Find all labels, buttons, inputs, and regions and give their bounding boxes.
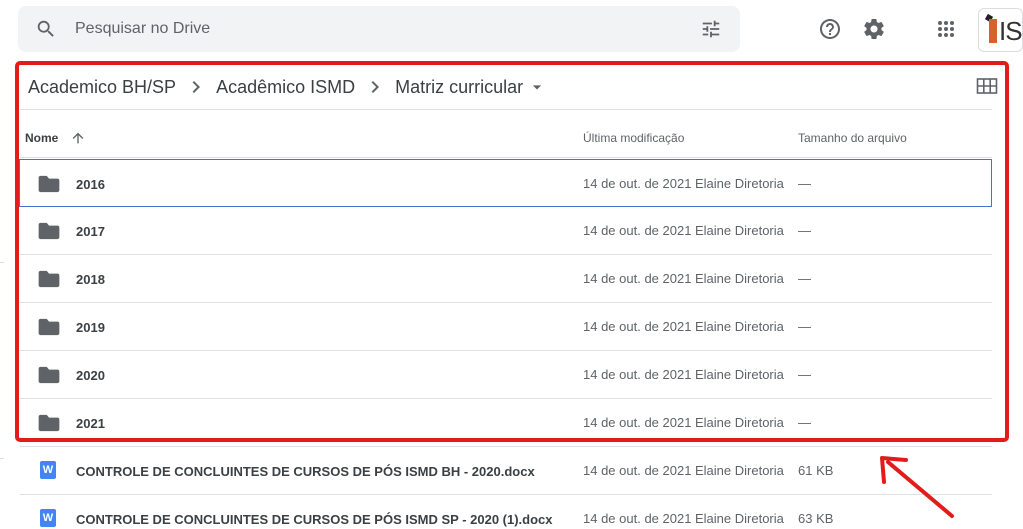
- breadcrumb: Academico BH/SP Acadêmico ISMD Matriz cu…: [28, 75, 547, 99]
- file-owner: Elaine Diretoria: [695, 463, 784, 478]
- file-row[interactable]: W CONTROLE DE CONCLUINTES DE CURSOS DE PÓ…: [20, 447, 992, 495]
- file-name[interactable]: 2017: [76, 224, 105, 239]
- breadcrumb-current[interactable]: Matriz curricular: [395, 77, 523, 98]
- tune-icon[interactable]: [700, 18, 722, 40]
- divider: [20, 157, 992, 158]
- file-row[interactable]: 2018 14 de out. de 2021 Elaine Diretoria —: [20, 255, 992, 303]
- file-row[interactable]: W CONTROLE DE CONCLUINTES DE CURSOS DE PÓ…: [20, 495, 992, 529]
- file-owner: Elaine Diretoria: [695, 271, 784, 286]
- file-row[interactable]: 2021 14 de out. de 2021 Elaine Diretoria —: [20, 399, 992, 447]
- breadcrumb-item[interactable]: Academico BH/SP: [28, 77, 176, 98]
- file-size: —: [798, 415, 811, 430]
- arrow-up-icon[interactable]: [70, 130, 86, 146]
- file-name[interactable]: 2021: [76, 416, 105, 431]
- file-row[interactable]: 2020 14 de out. de 2021 Elaine Diretoria —: [20, 351, 992, 399]
- file-modified-date: 14 de out. de 2021: [583, 271, 692, 286]
- column-header-modified[interactable]: Última modificação: [583, 131, 684, 145]
- logo-text: IS: [999, 16, 1022, 46]
- file-name[interactable]: CONTROLE DE CONCLUINTES DE CURSOS DE PÓS…: [76, 512, 553, 527]
- file-modified-date: 14 de out. de 2021: [583, 415, 692, 430]
- column-header-size[interactable]: Tamanho do arquivo: [798, 131, 907, 145]
- file-row[interactable]: 2017 14 de out. de 2021 Elaine Diretoria —: [20, 207, 992, 255]
- file-modified-date: 14 de out. de 2021: [583, 223, 692, 238]
- file-owner: Elaine Diretoria: [695, 511, 784, 526]
- file-owner: Elaine Diretoria: [695, 415, 784, 430]
- file-size: 61 KB: [798, 463, 834, 478]
- chevron-right-icon: [192, 81, 201, 93]
- folder-icon: [38, 366, 60, 384]
- file-owner: Elaine Diretoria: [695, 176, 784, 191]
- file-row[interactable]: 2019 14 de out. de 2021 Elaine Diretoria —: [20, 303, 992, 351]
- file-modified-date: 14 de out. de 2021: [583, 367, 692, 382]
- folder-icon: [38, 175, 60, 193]
- search-icon[interactable]: [35, 18, 57, 40]
- file-owner: Elaine Diretoria: [695, 367, 784, 382]
- folder-icon: [38, 222, 60, 240]
- logo-bar: [989, 19, 997, 43]
- file-name[interactable]: 2020: [76, 368, 105, 383]
- file-size: 63 KB: [798, 511, 834, 526]
- apps-icon[interactable]: [934, 17, 958, 41]
- help-icon[interactable]: [818, 17, 842, 41]
- file-modified-date: 14 de out. de 2021: [583, 319, 692, 334]
- folder-icon: [38, 270, 60, 288]
- file-size: —: [798, 223, 811, 238]
- file-name[interactable]: 2018: [76, 272, 105, 287]
- file-name[interactable]: 2016: [76, 177, 105, 192]
- word-doc-icon: W: [40, 509, 56, 527]
- sidebar-edge: [0, 458, 4, 459]
- account-logo[interactable]: IS: [978, 8, 1023, 52]
- search-bar[interactable]: Pesquisar no Drive: [18, 6, 740, 52]
- grid-view-icon[interactable]: [976, 76, 998, 96]
- divider: [20, 109, 992, 110]
- folder-icon: [38, 414, 60, 432]
- file-size: —: [798, 271, 811, 286]
- folder-icon: [38, 318, 60, 336]
- breadcrumb-item[interactable]: Acadêmico ISMD: [216, 77, 355, 98]
- sidebar-edge: [0, 262, 4, 263]
- file-row[interactable]: 2016 14 de out. de 2021 Elaine Diretoria —: [19, 159, 992, 207]
- caret-down-icon[interactable]: [527, 77, 547, 97]
- file-modified-date: 14 de out. de 2021: [583, 511, 692, 526]
- search-input[interactable]: Pesquisar no Drive: [75, 20, 210, 38]
- file-size: —: [798, 367, 811, 382]
- file-name[interactable]: CONTROLE DE CONCLUINTES DE CURSOS DE PÓS…: [76, 464, 535, 479]
- file-size: —: [798, 319, 811, 334]
- gear-icon[interactable]: [862, 17, 886, 41]
- word-doc-icon: W: [40, 461, 56, 479]
- file-modified-date: 14 de out. de 2021: [583, 176, 692, 191]
- file-name[interactable]: 2019: [76, 320, 105, 335]
- file-owner: Elaine Diretoria: [695, 223, 784, 238]
- file-modified-date: 14 de out. de 2021: [583, 463, 692, 478]
- file-owner: Elaine Diretoria: [695, 319, 784, 334]
- chevron-right-icon: [371, 81, 380, 93]
- file-size: —: [798, 176, 811, 191]
- arrow-annotation-icon: [880, 456, 954, 518]
- column-header-name[interactable]: Nome: [25, 131, 58, 145]
